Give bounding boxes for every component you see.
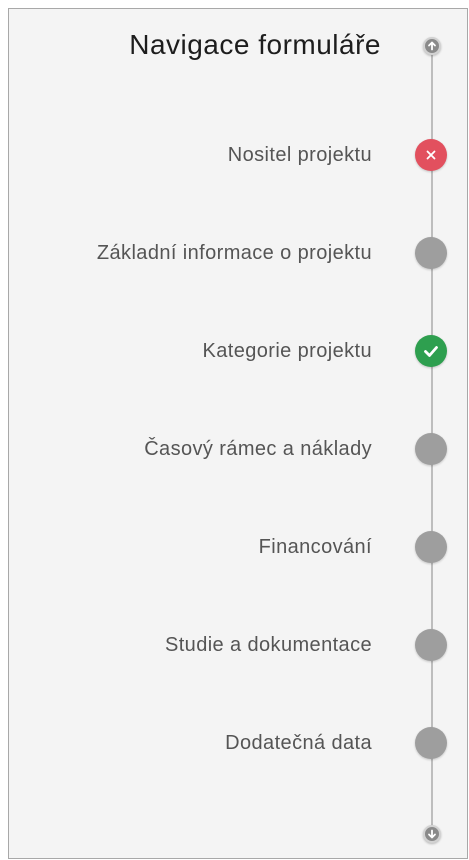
close-icon	[426, 150, 436, 160]
nav-step-label: Základní informace o projektu	[96, 242, 372, 264]
step-status-pending	[415, 237, 447, 269]
step-status-done	[415, 335, 447, 367]
nav-step-zakladni-informace[interactable]: Základní informace o projektu	[9, 233, 454, 273]
nav-step-studie-a-dokumentace[interactable]: Studie a dokumentace	[9, 625, 454, 665]
nav-step-dodatecna-data[interactable]: Dodatečná data	[9, 723, 454, 763]
nav-step-nositel-projektu[interactable]: Nositel projektu	[9, 135, 454, 175]
step-status-pending	[415, 629, 447, 661]
nav-step-label: Financování	[258, 536, 372, 558]
nav-step-label: Časový rámec a náklady	[144, 438, 372, 460]
nav-step-label: Studie a dokumentace	[164, 634, 372, 656]
nav-step-label: Kategorie projektu	[202, 340, 372, 362]
nav-step-label: Dodatečná data	[225, 732, 372, 754]
form-navigation-panel: Navigace formuláře Nositel projektu Zákl…	[8, 8, 468, 859]
arrow-down-icon	[428, 829, 436, 839]
scroll-down-button[interactable]	[423, 825, 441, 843]
scroll-up-button[interactable]	[423, 37, 441, 55]
nav-step-kategorie-projektu[interactable]: Kategorie projektu	[9, 331, 454, 371]
navigation-title: Navigace formuláře	[129, 29, 381, 60]
step-status-pending	[415, 727, 447, 759]
nav-step-financovani[interactable]: Financování	[9, 527, 454, 567]
check-icon	[424, 346, 438, 357]
step-status-pending	[415, 531, 447, 563]
nav-step-label: Nositel projektu	[227, 144, 372, 166]
step-status-error	[415, 139, 447, 171]
nav-step-casovy-ramec[interactable]: Časový rámec a náklady	[9, 429, 454, 469]
arrow-up-icon	[428, 41, 436, 51]
step-status-pending	[415, 433, 447, 465]
